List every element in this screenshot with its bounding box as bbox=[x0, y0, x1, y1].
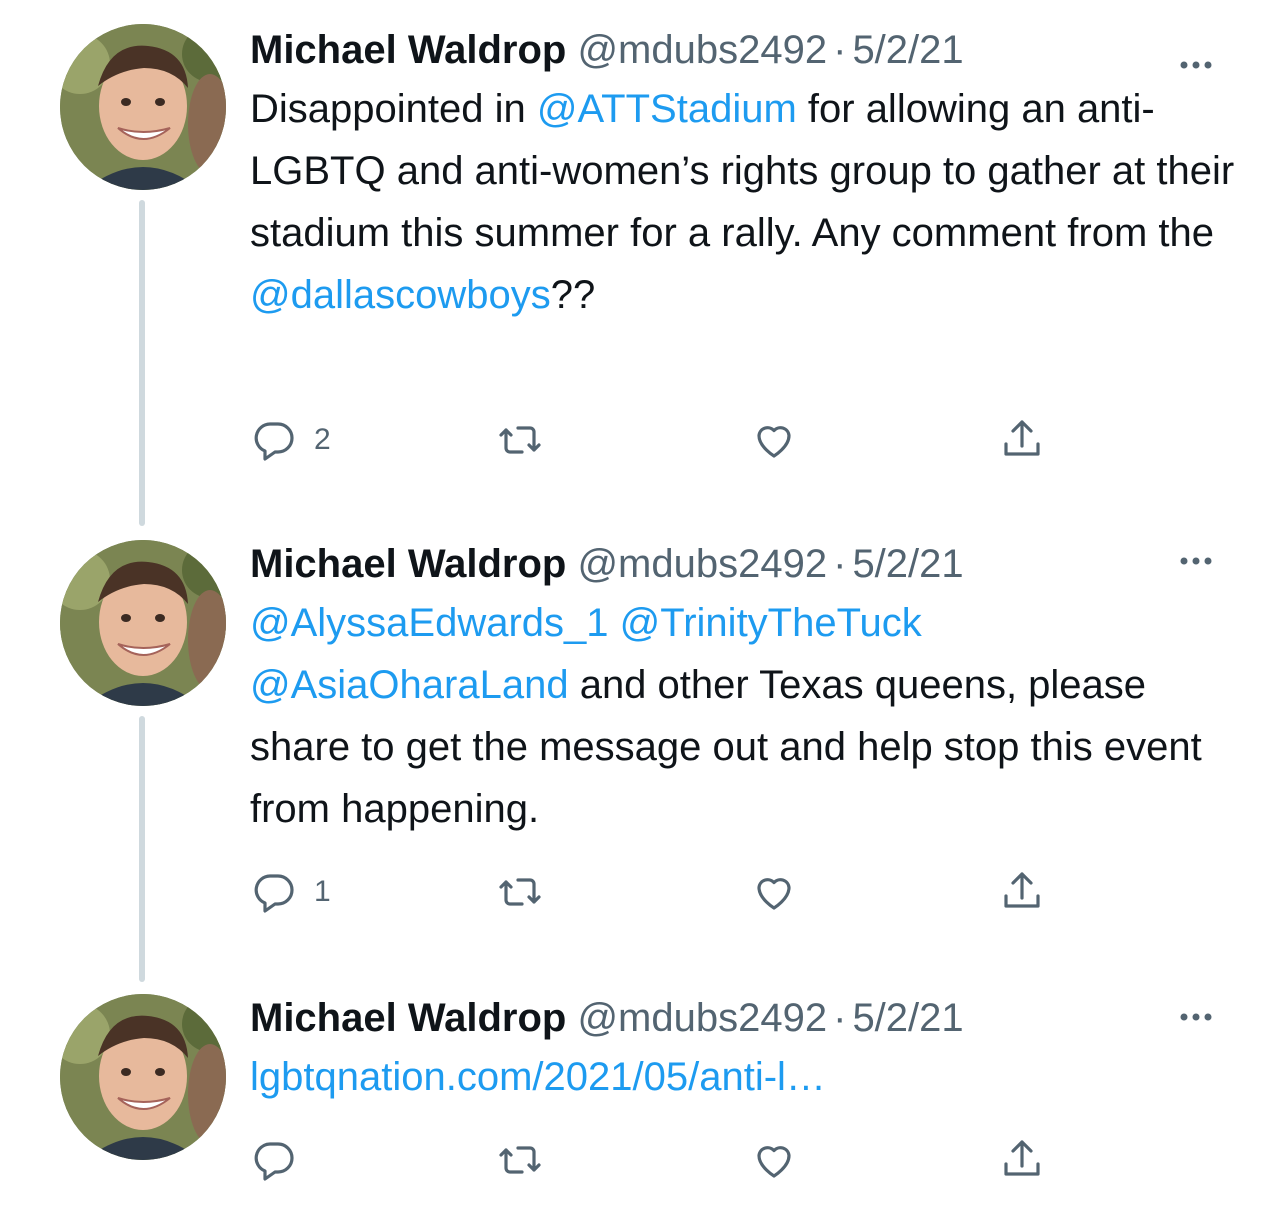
tweet-text-segment: Disappointed in bbox=[250, 87, 537, 131]
share-button[interactable] bbox=[998, 1132, 1046, 1188]
share-button[interactable] bbox=[998, 412, 1046, 468]
tweet-date[interactable]: 5/2/21 bbox=[852, 28, 963, 72]
reply-button[interactable]: 2 bbox=[250, 412, 331, 468]
tweet-actions: 1 bbox=[250, 864, 1070, 920]
more-horizontal-icon bbox=[1180, 61, 1212, 69]
tweet[interactable]: Michael Waldrop @mdubs2492 · 5/2/21 lgbtqn… bbox=[0, 990, 1284, 1200]
separator-dot: · bbox=[833, 996, 847, 1040]
tweet-text-segment: ?? bbox=[550, 273, 596, 317]
retweet-icon bbox=[499, 1146, 541, 1174]
mention-link[interactable]: @TrinityTheTuck bbox=[620, 601, 922, 645]
tweet-actions: 2 bbox=[250, 412, 1070, 468]
tweet-actions bbox=[250, 1132, 1070, 1188]
author-handle[interactable]: @mdubs2492 bbox=[577, 28, 827, 72]
reply-count: 2 bbox=[314, 423, 331, 456]
author-name[interactable]: Michael Waldrop bbox=[250, 542, 566, 586]
retweet-button[interactable] bbox=[496, 412, 560, 468]
tweet-header: Michael Waldrop @mdubs2492 · 5/2/21 bbox=[250, 22, 1240, 78]
tweet-text: lgbtqnation.com/2021/05/anti-l… bbox=[250, 1046, 1240, 1108]
tweet-date[interactable]: 5/2/21 bbox=[852, 542, 963, 586]
separator-dot: · bbox=[833, 28, 847, 72]
tweet-header: Michael Waldrop @mdubs2492 · 5/2/21 bbox=[250, 536, 1240, 592]
more-horizontal-icon bbox=[1180, 557, 1212, 565]
reply-bubble-icon bbox=[254, 1142, 294, 1181]
avatar-image bbox=[60, 24, 226, 190]
heart-icon bbox=[757, 426, 791, 458]
author-handle[interactable]: @mdubs2492 bbox=[577, 542, 827, 586]
more-options-button[interactable] bbox=[1168, 546, 1224, 576]
tweet[interactable]: Michael Waldrop @mdubs2492 · 5/2/21 Disapp… bbox=[0, 20, 1284, 500]
reply-bubble-icon bbox=[254, 422, 294, 461]
separator-dot: · bbox=[833, 542, 847, 586]
mention-link[interactable]: lgbtqnation.com/2021/05/anti-l… bbox=[250, 1055, 826, 1099]
tweet-text: @AlyssaEdwards_1 @TrinityTheTuck @AsiaOh… bbox=[250, 592, 1240, 840]
mention-link[interactable]: @AsiaOharaLand bbox=[250, 663, 569, 707]
author-name[interactable]: Michael Waldrop bbox=[250, 996, 566, 1040]
mention-link[interactable]: @dallascowboys bbox=[250, 273, 551, 317]
avatar[interactable] bbox=[60, 540, 226, 706]
like-button[interactable] bbox=[750, 1132, 814, 1188]
retweet-button[interactable] bbox=[496, 864, 560, 920]
like-button[interactable] bbox=[750, 864, 814, 920]
mention-link[interactable]: @AlyssaEdwards_1 bbox=[250, 601, 609, 645]
author-handle[interactable]: @mdubs2492 bbox=[577, 996, 827, 1040]
more-options-button[interactable] bbox=[1168, 1002, 1224, 1032]
share-upload-icon bbox=[1004, 1140, 1040, 1176]
tweet-text: Disappointed in @ATTStadium for allowing… bbox=[250, 78, 1240, 326]
reply-button[interactable]: 1 bbox=[250, 864, 331, 920]
tweet-header: Michael Waldrop @mdubs2492 · 5/2/21 bbox=[250, 990, 1240, 1046]
reply-bubble-icon bbox=[254, 874, 294, 913]
retweet-button[interactable] bbox=[496, 1132, 560, 1188]
tweet-text-segment bbox=[609, 601, 620, 645]
reply-count: 1 bbox=[314, 875, 331, 908]
more-options-button[interactable] bbox=[1168, 50, 1224, 80]
tweet[interactable]: Michael Waldrop @mdubs2492 · 5/2/21 @Alyss… bbox=[0, 536, 1284, 956]
like-button[interactable] bbox=[750, 412, 814, 468]
avatar-image bbox=[60, 994, 226, 1160]
reply-button[interactable] bbox=[250, 1132, 314, 1188]
more-horizontal-icon bbox=[1180, 1013, 1212, 1021]
avatar[interactable] bbox=[60, 994, 226, 1160]
author-name[interactable]: Michael Waldrop bbox=[250, 28, 566, 72]
retweet-icon bbox=[499, 426, 541, 454]
avatar[interactable] bbox=[60, 24, 226, 190]
share-button[interactable] bbox=[998, 864, 1046, 920]
heart-icon bbox=[757, 878, 791, 910]
retweet-icon bbox=[499, 878, 541, 906]
mention-link[interactable]: @ATTStadium bbox=[537, 87, 797, 131]
heart-icon bbox=[757, 1146, 791, 1178]
share-upload-icon bbox=[1004, 872, 1040, 908]
avatar-image bbox=[60, 540, 226, 706]
share-upload-icon bbox=[1004, 420, 1040, 456]
tweet-date[interactable]: 5/2/21 bbox=[852, 996, 963, 1040]
